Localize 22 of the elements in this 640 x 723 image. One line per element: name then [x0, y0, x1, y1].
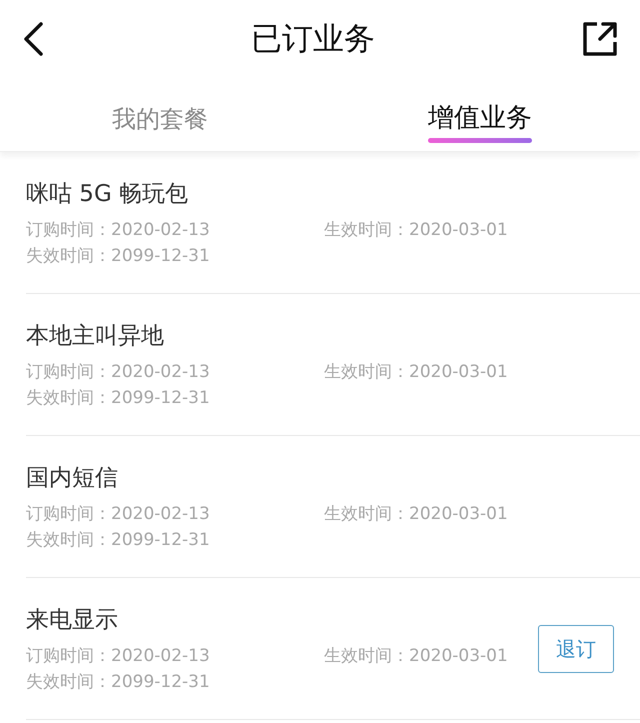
effective-date: 生效时间：2020-03-01: [324, 503, 508, 526]
back-icon[interactable]: [22, 22, 44, 56]
page-title: 已订业务: [251, 20, 375, 59]
expiry-date: 失效时间：2099-12-31: [26, 387, 210, 410]
tab[interactable]: 增值业务: [428, 78, 532, 151]
tab[interactable]: 我的套餐: [112, 78, 208, 151]
effective-date: 生效时间：2020-03-01: [324, 361, 508, 384]
order-date: 订购时间：2020-02-13: [26, 645, 211, 668]
order-date: 订购时间：2020-02-13: [26, 219, 211, 242]
effective-date: 生效时间：2020-03-01: [324, 645, 508, 668]
order-date: 订购时间：2020-02-13: [26, 503, 211, 526]
service-name: 国内短信: [26, 464, 118, 493]
order-date: 订购时间：2020-02-13: [26, 361, 211, 384]
share-icon[interactable]: [582, 21, 618, 57]
effective-date: 生效时间：2020-03-01: [324, 219, 508, 242]
expiry-date: 失效时间：2099-12-31: [26, 529, 210, 552]
service-name: 本地主叫异地: [26, 322, 164, 351]
unsubscribe-button[interactable]: 退订: [538, 625, 614, 673]
service-name: 咪咕 5G 畅玩包: [26, 180, 188, 209]
service-name: 来电显示: [26, 606, 118, 635]
expiry-date: 失效时间：2099-12-31: [26, 671, 210, 694]
expiry-date: 失效时间：2099-12-31: [26, 245, 210, 268]
